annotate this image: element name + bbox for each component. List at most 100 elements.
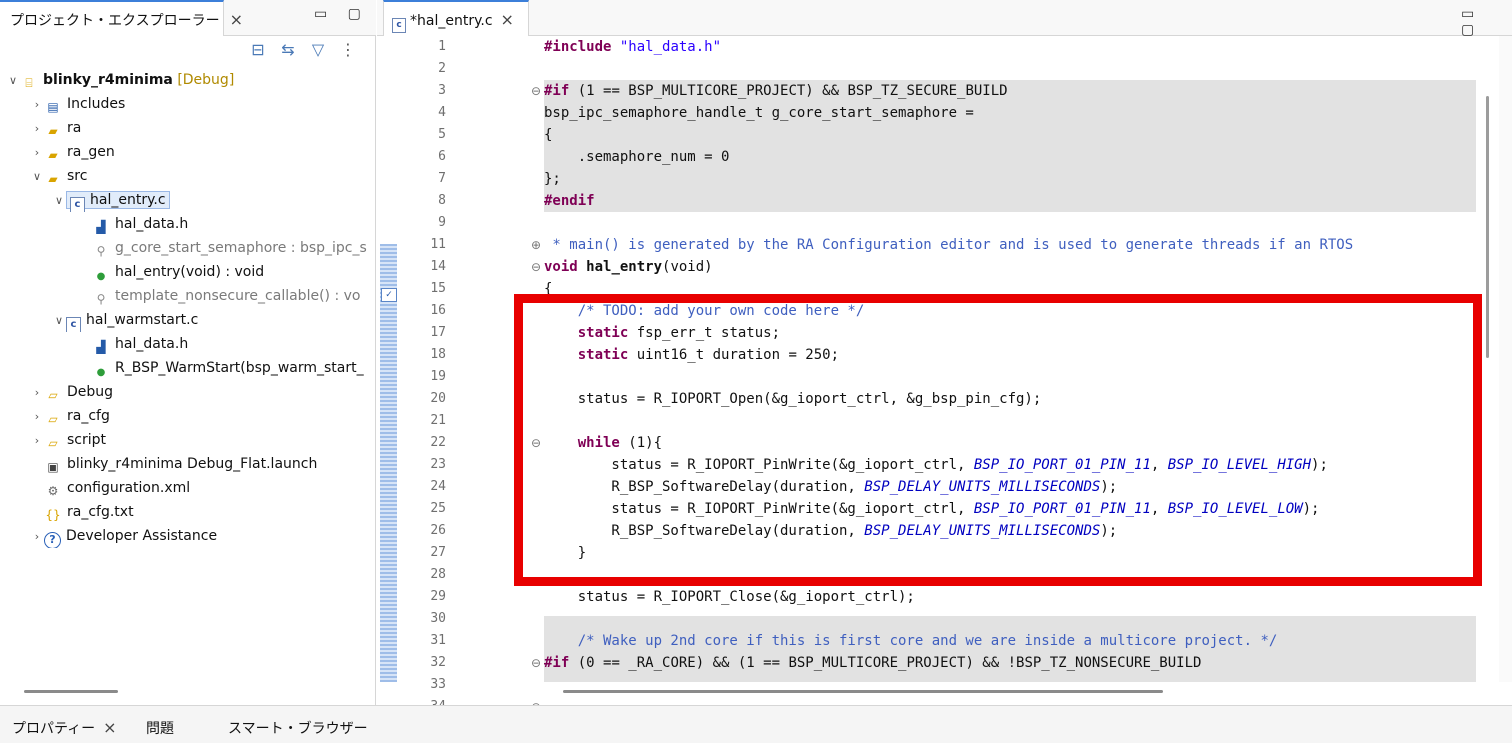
code-line[interactable]: #endif — [544, 190, 595, 212]
tree-item-hal-warmstart-c[interactable]: ∨ c hal_warmstart.c — [52, 308, 198, 332]
tree-item-g-core-start-semaphore[interactable]: ⚲ g_core_start_semaphore : bsp_ipc_s — [92, 236, 374, 260]
tree-item-script[interactable]: › ▱ script — [30, 428, 106, 452]
minimize-maximize-icons[interactable]: ▭ ▢ — [1461, 6, 1512, 38]
tree-item-project[interactable]: ∨ ⌸ blinky_r4minima [Debug] — [6, 68, 234, 92]
code-line[interactable]: { — [544, 124, 552, 146]
horizontal-scrollbar[interactable] — [24, 690, 118, 693]
chevron-right-icon[interactable]: › — [30, 141, 44, 164]
c-file-icon: c — [66, 317, 81, 332]
code-line[interactable]: { — [544, 278, 552, 300]
tree-item-template-nonsecure-callable[interactable]: ⚲ template_nonsecure_callable() : vo — [92, 284, 374, 308]
c-file-icon: c — [392, 18, 406, 33]
tree-item-debug[interactable]: › ▱ Debug — [30, 380, 113, 404]
code-line[interactable]: * main() is generated by the RA Configur… — [544, 234, 1353, 256]
code-line[interactable]: status = R_IOPORT_Open(&g_ioport_ctrl, &… — [544, 388, 1042, 410]
code-line[interactable]: R_BSP_SoftwareDelay(duration, BSP_DELAY_… — [544, 476, 1117, 498]
tree-item-developer-assistance[interactable]: ›? Developer Assistance — [30, 524, 217, 548]
code-line[interactable]: } — [544, 542, 586, 564]
code-line[interactable]: /* Wake up 2nd core if this is first cor… — [544, 630, 1278, 652]
expand-fold-icon[interactable]: ⊕ — [530, 239, 542, 251]
line-number: 5 — [438, 127, 446, 142]
tree-item-launch-file[interactable]: ▣ blinky_r4minima Debug_Flat.launch — [44, 452, 317, 476]
tree-item-label: src — [67, 168, 88, 184]
code-line[interactable]: R_BSP_SoftwareDelay(duration, BSP_DELAY_… — [544, 520, 1117, 542]
close-icon[interactable]: × — [230, 10, 243, 29]
chevron-right-icon[interactable]: › — [30, 381, 44, 404]
code-line[interactable]: static uint16_t duration = 250; — [544, 344, 839, 366]
tree-item-label: script — [67, 432, 107, 448]
explorer-toolbar: ⊟ ⇆ ▽ ⋮ — [248, 40, 368, 66]
code-line[interactable]: #if (1 == BSP_MULTICORE_PROJECT) && BSP_… — [544, 80, 1008, 102]
code-line[interactable]: status = R_IOPORT_PinWrite(&g_ioport_ctr… — [544, 454, 1327, 476]
chevron-right-icon[interactable]: › — [30, 405, 44, 428]
filter-icon[interactable]: ▽ — [308, 40, 328, 60]
close-icon[interactable]: × — [501, 10, 514, 29]
code-line[interactable]: status = R_IOPORT_PinWrite(&g_ioport_ctr… — [544, 498, 1319, 520]
code-line[interactable]: .semaphore_num = 0 — [544, 146, 730, 168]
tree-item-label: configuration.xml — [67, 480, 191, 496]
code-line[interactable]: bsp_ipc_semaphore_handle_t g_core_start_… — [544, 102, 974, 124]
collapse-fold-icon[interactable]: ⊖ — [530, 261, 542, 273]
code-line[interactable]: }; — [544, 168, 561, 190]
code-line[interactable]: /* TODO: add your own code here */ — [544, 300, 865, 322]
overview-ruler — [1499, 36, 1512, 682]
collapse-fold-icon[interactable]: ⊖ — [530, 657, 542, 669]
chevron-right-icon[interactable]: › — [30, 525, 44, 548]
code-line[interactable]: #if (0 == _RA_CORE) && (1 == BSP_MULTICO… — [544, 652, 1201, 674]
tree-item-configuration-xml[interactable]: ⚙ configuration.xml — [44, 476, 191, 500]
code-line[interactable]: while (1){ — [544, 432, 662, 454]
minimize-maximize-icons[interactable]: ▭ ▢ — [314, 6, 369, 22]
tree-item-label: ra_cfg — [67, 408, 110, 424]
horizontal-scrollbar[interactable] — [563, 690, 1163, 693]
close-icon[interactable]: × — [103, 718, 116, 737]
chevron-right-icon[interactable]: › — [30, 93, 44, 116]
task-marker-icon[interactable]: ✓ — [381, 288, 397, 302]
tree-item-includes[interactable]: › ▤ Includes — [30, 92, 125, 116]
function-icon: ● — [96, 367, 106, 378]
line-number: 17 — [430, 325, 446, 340]
tab-properties[interactable]: プロパティー × — [12, 718, 117, 738]
code-line[interactable]: status = R_IOPORT_Close(&g_ioport_ctrl); — [544, 586, 915, 608]
project-icon: ⌸ — [25, 76, 33, 90]
tree-item-r-bsp-warmstart[interactable]: ● R_BSP_WarmStart(bsp_warm_start_ — [92, 356, 374, 380]
code-line[interactable]: void hal_entry(void) — [544, 256, 713, 278]
collapse-fold-icon[interactable]: ⊖ — [530, 437, 542, 449]
chevron-right-icon[interactable]: › — [30, 117, 44, 140]
tree-item-label: template_nonsecure_callable() : vo — [115, 288, 361, 304]
tab-problems[interactable]: 問題 — [146, 718, 174, 738]
tree-item-hal-data-h-2[interactable]: ▟ hal_data.h — [92, 332, 188, 356]
tree-item-ra[interactable]: › ▰ ra — [30, 116, 82, 140]
collapse-fold-icon[interactable]: ⊖ — [530, 85, 542, 97]
line-number: 23 — [430, 457, 446, 472]
tab-project-explorer[interactable]: プロジェクト・エクスプローラー × — [0, 0, 243, 36]
scrollbar-thumb[interactable] — [1486, 96, 1489, 358]
code-area[interactable]: #include "hal_data.h" #if (1 == BSP_MULTI… — [544, 36, 1476, 682]
code-line[interactable]: static fsp_err_t status; — [544, 322, 780, 344]
view-menu-icon[interactable]: ⋮ — [338, 40, 358, 60]
tree-item-src[interactable]: ∨ ▰ src — [30, 164, 87, 188]
launch-file-icon: ▣ — [47, 460, 59, 474]
tree-item-hal-entry-c[interactable]: ∨ c hal_entry.c — [52, 188, 170, 212]
line-number: 3 — [438, 83, 446, 98]
tree-item-hal-entry-function[interactable]: ● hal_entry(void) : void — [92, 260, 265, 284]
chevron-down-icon[interactable]: ∨ — [30, 165, 44, 188]
folder-icon: ▱ — [48, 388, 58, 402]
chevron-down-icon[interactable]: ∨ — [6, 69, 20, 92]
code-line[interactable]: #include "hal_data.h" — [544, 36, 721, 58]
includes-icon: ▤ — [47, 100, 59, 114]
bottom-panel: プロパティー × 問題 スマート・ブラウザー — [0, 705, 1512, 743]
tree-item-ra-cfg-txt[interactable]: {} ra_cfg.txt — [44, 500, 133, 524]
tree-item-ra-cfg[interactable]: › ▱ ra_cfg — [30, 404, 110, 428]
chevron-down-icon[interactable]: ∨ — [52, 309, 66, 332]
vertical-scrollbar[interactable] — [1481, 36, 1495, 682]
line-number: 11 — [430, 237, 446, 252]
collapse-all-icon[interactable]: ⊟ — [248, 40, 268, 60]
chevron-right-icon[interactable]: › — [30, 429, 44, 452]
tree-item-hal-data-h[interactable]: ▟ hal_data.h — [92, 212, 188, 236]
include-header-icon: ▟ — [96, 220, 106, 234]
chevron-down-icon[interactable]: ∨ — [52, 189, 66, 212]
tab-hal-entry-c[interactable]: c *hal_entry.c × — [383, 0, 529, 36]
tab-smart-browser[interactable]: スマート・ブラウザー — [228, 718, 368, 738]
link-with-editor-icon[interactable]: ⇆ — [278, 40, 298, 60]
tree-item-ra-gen[interactable]: › ▰ ra_gen — [30, 140, 115, 164]
